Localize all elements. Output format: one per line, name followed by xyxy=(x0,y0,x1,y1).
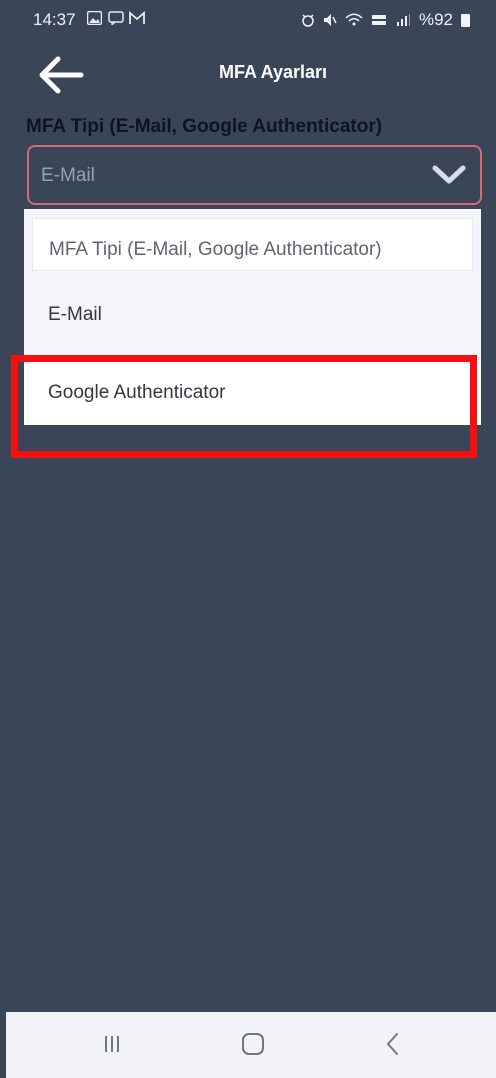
recent-apps-button[interactable] xyxy=(101,1034,123,1054)
battery-icon xyxy=(461,13,470,27)
status-time: 14:37 xyxy=(33,10,76,29)
gmail-icon xyxy=(128,11,145,29)
status-right-icons: %92 xyxy=(301,10,470,30)
back-nav-button[interactable] xyxy=(384,1032,402,1056)
status-bar: 14:37 %92 xyxy=(6,0,496,40)
mute-icon xyxy=(323,14,337,26)
wifi-icon xyxy=(345,13,363,26)
system-navigation-bar xyxy=(6,1012,496,1078)
message-icon xyxy=(107,11,124,29)
home-button[interactable] xyxy=(241,1032,265,1056)
dropdown-search-text: MFA Tipi (E-Mail, Google Authenticator) xyxy=(49,239,382,260)
mfa-type-label: MFA Tipi (E-Mail, Google Authenticator) xyxy=(26,116,383,137)
selected-value: E-Mail xyxy=(41,165,95,186)
volte-icon xyxy=(371,15,386,25)
header: MFA Ayarları xyxy=(6,42,496,112)
status-left-icons xyxy=(86,10,145,29)
app-screen: 14:37 %92 MFA Ayarları MFA Tipi (E-Mail,… xyxy=(6,0,496,1078)
signal-icon xyxy=(396,14,410,26)
mfa-type-select[interactable]: E-Mail xyxy=(27,145,482,205)
battery-text: %92 xyxy=(418,10,453,29)
option-google-authenticator-label: Google Authenticator xyxy=(48,382,226,403)
mfa-type-dropdown: MFA Tipi (E-Mail, Google Authenticator) … xyxy=(24,209,481,425)
alarm-icon xyxy=(302,14,314,27)
page-title: MFA Ayarları xyxy=(218,62,328,82)
chevron-down-icon xyxy=(432,165,466,184)
picture-icon xyxy=(86,10,103,29)
dropdown-search-field[interactable]: MFA Tipi (E-Mail, Google Authenticator) xyxy=(32,218,473,271)
option-email[interactable]: E-Mail xyxy=(24,284,481,350)
option-google-authenticator[interactable]: Google Authenticator xyxy=(24,362,481,425)
option-email-label: E-Mail xyxy=(48,304,102,325)
